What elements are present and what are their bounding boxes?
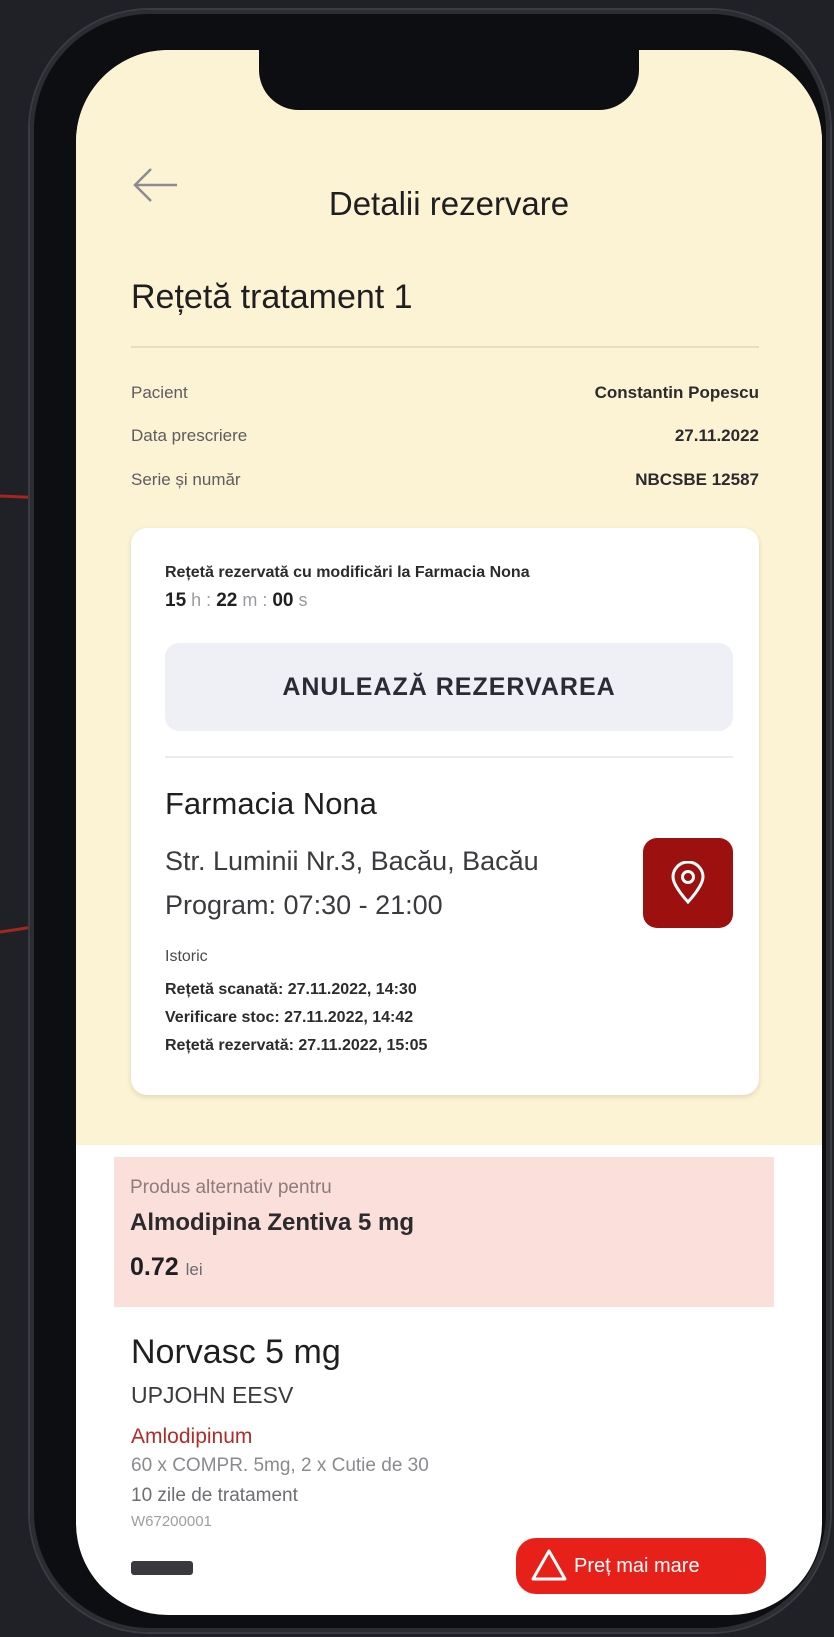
product-manufacturer: UPJOHN EESV (131, 1382, 294, 1408)
info-value: Constantin Popescu (594, 383, 759, 402)
history-entry: Rețetă scanată: 27.11.2022, 14:30 (165, 981, 417, 998)
info-row-patient: Pacient Constantin Popescu (131, 383, 759, 403)
product-package: 60 x COMPR. 5mg, 2 x Cutie de 30 (131, 1455, 429, 1476)
higher-price-badge[interactable]: Preț mai mare (516, 1538, 766, 1594)
phone-screen: Detalii rezervare Rețetă tratament 1 Pac… (76, 50, 822, 1615)
info-label: Pacient (131, 383, 188, 402)
timer-seconds-unit: s (298, 590, 308, 610)
pharmacy-hours: Program: 07:30 - 21:00 (165, 890, 443, 920)
reservation-status-text: Rețetă rezervată cu modificări la Farmac… (165, 564, 530, 581)
pharmacy-address: Str. Luminii Nr.3, Bacău, Bacău (165, 846, 539, 876)
product-code: W67200001 (131, 1513, 212, 1530)
alternative-price-currency: lei (185, 1260, 203, 1279)
history-entry: Rețetă rezervată: 27.11.2022, 15:05 (165, 1037, 428, 1054)
info-label: Serie și număr (131, 470, 241, 489)
timer-minutes: 22 (216, 590, 238, 611)
alternative-product-name: Almodipina Zentiva 5 mg (130, 1209, 415, 1236)
product-active-substance: Amlodipinum (131, 1425, 253, 1448)
divider (131, 346, 759, 348)
info-row-series: Serie și număr NBCSBE 12587 (131, 470, 759, 490)
timer-hours-unit: h (191, 590, 202, 610)
alternative-label: Produs alternativ pentru (130, 1177, 332, 1198)
product-name: Norvasc 5 mg (131, 1333, 341, 1371)
cancel-reservation-button[interactable]: ANULEAZĂ REZERVAREA (165, 643, 733, 731)
history-label: Istoric (165, 948, 208, 965)
info-value: NBCSBE 12587 (635, 470, 759, 489)
timer-minutes-unit: m (242, 590, 258, 610)
product-price-cut-off (131, 1555, 201, 1579)
history-entry: Verificare stoc: 27.11.2022, 14:42 (165, 1009, 414, 1026)
info-row-date: Data prescriere 27.11.2022 (131, 426, 759, 446)
phone-frame: Detalii rezervare Rețetă tratament 1 Pac… (30, 10, 830, 1632)
reservation-card: Rețetă rezervată cu modificări la Farmac… (131, 528, 759, 1095)
product-treatment-duration: 10 zile de tratament (131, 1485, 298, 1506)
map-location-button[interactable] (643, 838, 733, 928)
phone-notch (259, 50, 639, 110)
page-title: Detalii rezervare (328, 185, 570, 222)
higher-price-label: Preț mai mare (574, 1554, 700, 1577)
divider (165, 756, 733, 758)
alternative-price: 0.72 lei (130, 1253, 203, 1282)
map-pin-icon (671, 861, 705, 905)
alternative-product-banner: Produs alternativ pentru Almodipina Zent… (114, 1157, 774, 1307)
info-value: 27.11.2022 (674, 426, 759, 445)
prescription-title: Rețetă tratament 1 (131, 278, 413, 316)
reservation-countdown: 15 h : 22 m : 00 s (165, 590, 308, 611)
timer-hours: 15 (165, 590, 187, 611)
warning-icon (531, 1549, 567, 1581)
pharmacy-name: Farmacia Nona (165, 786, 377, 821)
info-label: Data prescriere (131, 426, 248, 445)
timer-seconds: 00 (272, 590, 294, 611)
alternative-price-value: 0.72 (130, 1253, 179, 1281)
